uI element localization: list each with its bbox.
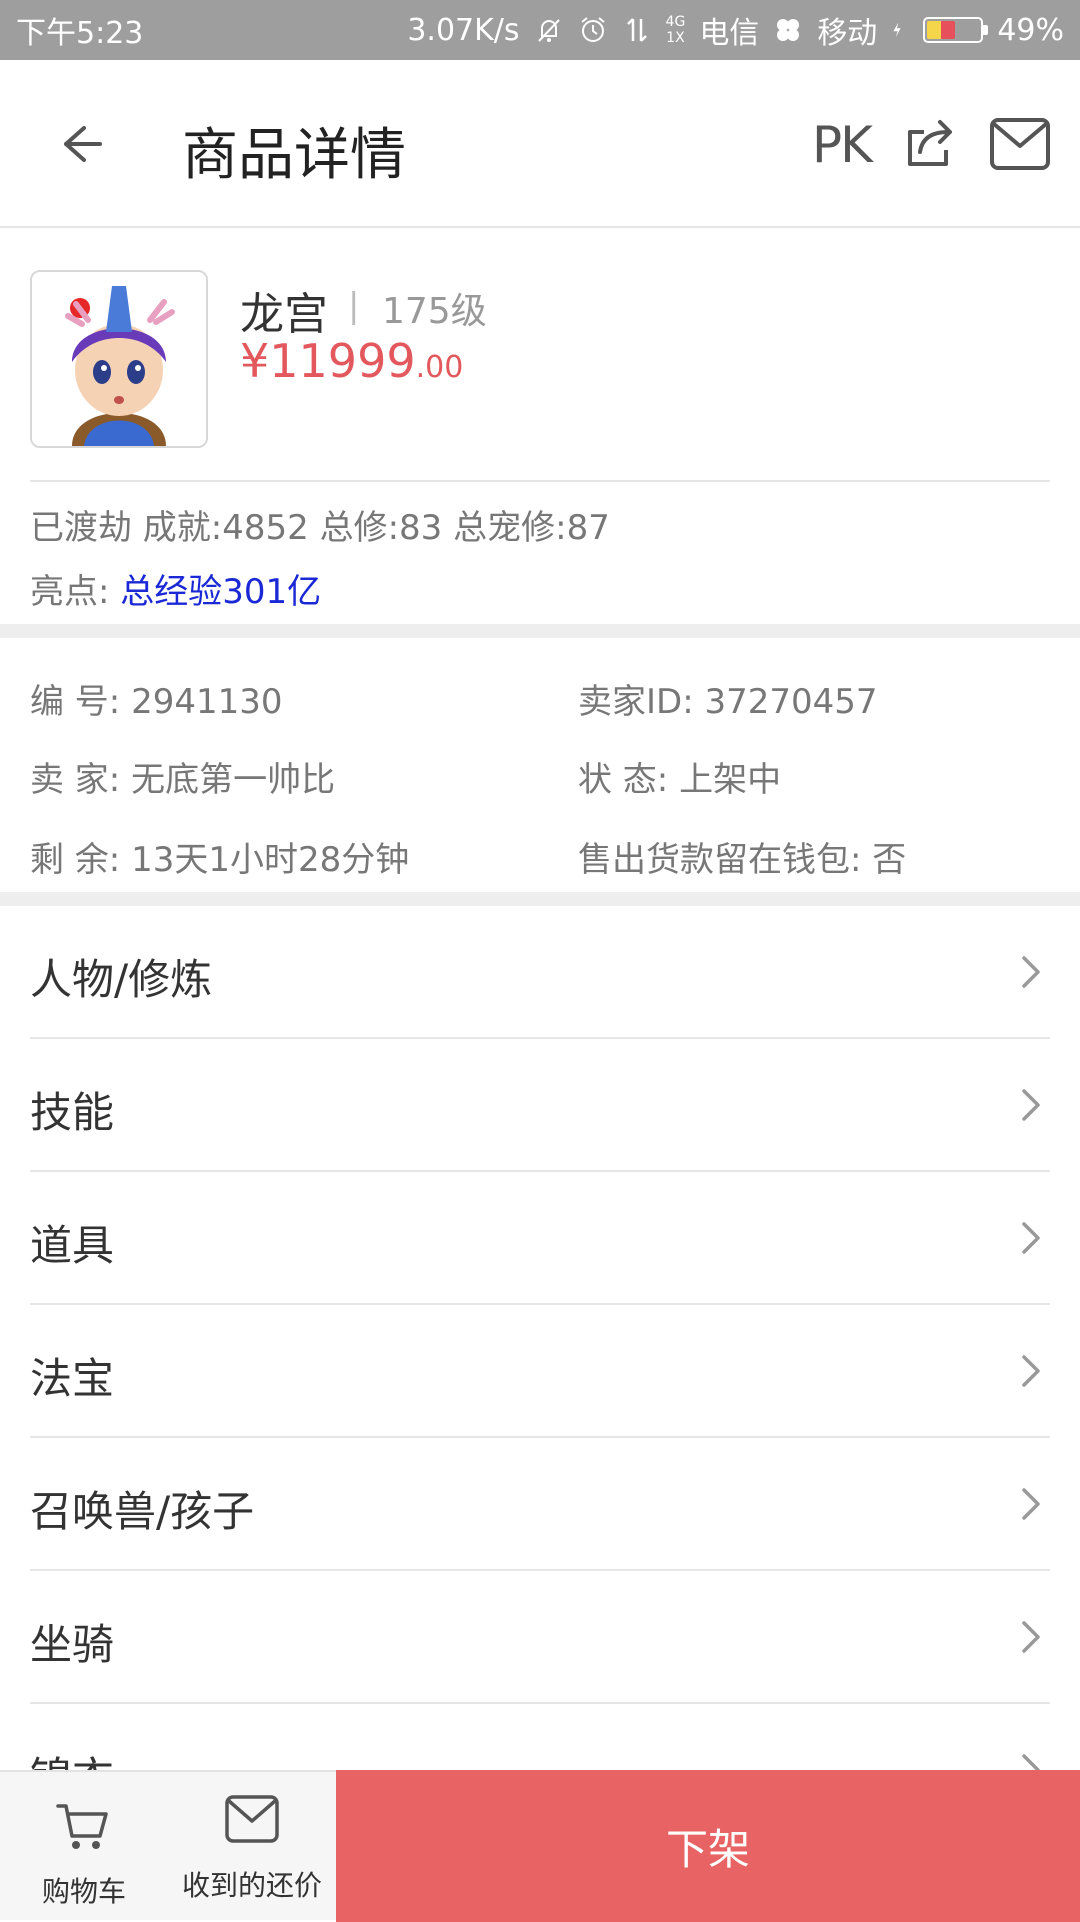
status-time: 下午5:23	[16, 16, 144, 51]
received-offers-button[interactable]: 收到的还价	[168, 1772, 336, 1922]
detail-menu: 人物/修炼 技能 道具 法宝 召唤兽/孩子 坐骑 锦衣	[0, 906, 1080, 1837]
price-decimal: .00	[415, 350, 464, 385]
menu-item-label: 坐骑	[30, 1620, 115, 1669]
envelope-icon	[225, 1795, 279, 1843]
chevron-right-icon	[1022, 956, 1040, 988]
charging-icon	[893, 22, 901, 38]
highlight-value: 总经验301亿	[120, 572, 322, 612]
status-right: 3.07K/s 4G 1X 电信 移动 49%	[407, 8, 1064, 52]
carrier-1: 电信	[699, 16, 760, 51]
menu-item-pets[interactable]: 召唤兽/孩子	[30, 1438, 1050, 1571]
highlight: 亮点: 总经验301亿	[30, 564, 321, 613]
menu-item-mounts[interactable]: 坐骑	[30, 1571, 1050, 1704]
cart-button[interactable]: 购物车	[0, 1772, 168, 1922]
alarm-icon	[580, 17, 605, 42]
remaining-time: 剩 余: 13天1小时28分钟	[30, 840, 410, 880]
menu-item-treasures[interactable]: 法宝	[30, 1305, 1050, 1438]
data-transfer-icon	[626, 18, 647, 42]
chevron-right-icon	[1022, 1355, 1040, 1387]
menu-item-label: 人物/修炼	[30, 955, 213, 1004]
menu-item-character[interactable]: 人物/修炼	[30, 906, 1050, 1039]
shopping-cart-icon	[56, 1804, 108, 1849]
back-arrow-icon[interactable]	[50, 114, 110, 174]
divider	[30, 480, 1050, 482]
seller-name: 卖 家: 无底第一帅比	[30, 760, 336, 800]
cart-label: 购物车	[41, 1875, 126, 1908]
chevron-right-icon	[1022, 1621, 1040, 1653]
network-1x: 1X	[666, 30, 685, 46]
bottom-action-bar: 购物车 收到的还价 下架	[0, 1770, 1080, 1922]
menu-item-items[interactable]: 道具	[30, 1172, 1050, 1305]
wallet-setting: 售出货款留在钱包: 否	[578, 840, 907, 880]
chevron-right-icon	[1022, 1222, 1040, 1254]
price: ¥11999.00	[240, 334, 463, 388]
menu-item-label: 技能	[30, 1088, 115, 1137]
battery-percent: 49%	[997, 12, 1064, 48]
carrier-2: 移动	[817, 16, 878, 51]
delist-label: 下架	[665, 1824, 750, 1874]
character-name: 龙宫	[240, 289, 328, 340]
name-separator: |	[348, 286, 360, 326]
seller-id: 卖家ID: 37270457	[578, 682, 878, 722]
delist-button[interactable]: 下架	[336, 1770, 1080, 1922]
character-stats: 已渡劫 成就:4852 总修:83 总宠修:87	[30, 508, 610, 548]
pk-button[interactable]: PK	[812, 116, 873, 174]
character-avatar[interactable]	[30, 270, 208, 448]
product-card: 龙宫 | 175级 ¥11999.00 已渡劫 成就:4852 总修:83 总宠…	[0, 238, 1080, 624]
listing-info: 编 号: 2941130 卖家ID: 37270457 卖 家: 无底第一帅比 …	[0, 638, 1080, 892]
character-portrait-icon	[32, 272, 206, 446]
listing-status: 状 态: 上架中	[578, 760, 782, 800]
battery-icon	[923, 17, 989, 43]
network-4g: 4G	[665, 14, 686, 30]
share-icon[interactable]	[900, 112, 960, 172]
network-type: 4G 1X	[666, 14, 686, 46]
received-offers-label: 收到的还价	[181, 1869, 322, 1902]
chevron-right-icon	[1022, 1089, 1040, 1121]
header: 商品详情 PK	[0, 60, 1080, 228]
character-level: 175级	[382, 291, 487, 332]
message-icon[interactable]	[988, 116, 1052, 172]
clover-icon	[777, 19, 800, 41]
status-bar: 下午5:23 3.07K/s 4G 1X 电信 移动 49%	[0, 0, 1080, 60]
menu-item-label: 召唤兽/孩子	[30, 1487, 255, 1536]
section-gap	[0, 892, 1080, 906]
menu-item-label: 法宝	[30, 1354, 115, 1403]
mute-bell-icon	[537, 19, 560, 42]
highlight-label: 亮点:	[30, 572, 110, 612]
page-title: 商品详情	[182, 123, 406, 188]
price-main: ¥11999	[240, 334, 416, 388]
network-speed: 3.07K/s	[407, 12, 520, 48]
chevron-right-icon	[1022, 1488, 1040, 1520]
listing-id: 编 号: 2941130	[30, 682, 283, 722]
menu-item-label: 道具	[30, 1221, 115, 1270]
section-gap	[0, 624, 1080, 638]
menu-item-skills[interactable]: 技能	[30, 1039, 1050, 1172]
